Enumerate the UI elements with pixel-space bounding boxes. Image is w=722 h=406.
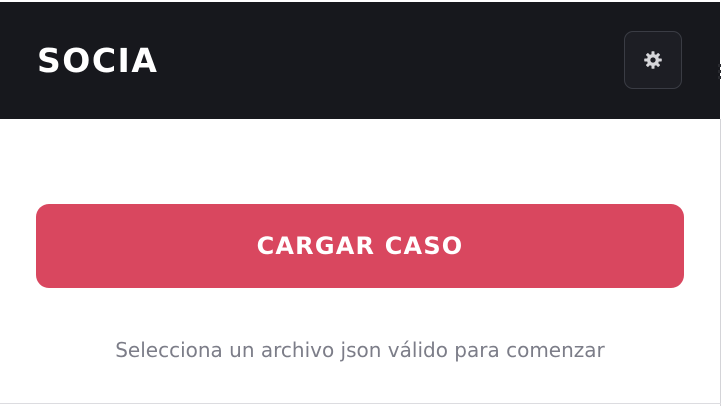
- instruction-text: Selecciona un archivo json válido para c…: [115, 338, 605, 362]
- gear-icon: [643, 50, 663, 70]
- window-edge-grip: [718, 64, 722, 86]
- bottom-divider: [0, 403, 721, 404]
- brand-title: SOCIA: [37, 41, 159, 80]
- settings-button[interactable]: [624, 31, 682, 89]
- top-bar: SOCIA: [0, 2, 720, 119]
- right-divider: [720, 119, 721, 406]
- load-case-button[interactable]: CARGAR CASO: [36, 204, 684, 288]
- app-window: SOCIA CARGAR CASO Selecciona un archivo …: [0, 0, 722, 406]
